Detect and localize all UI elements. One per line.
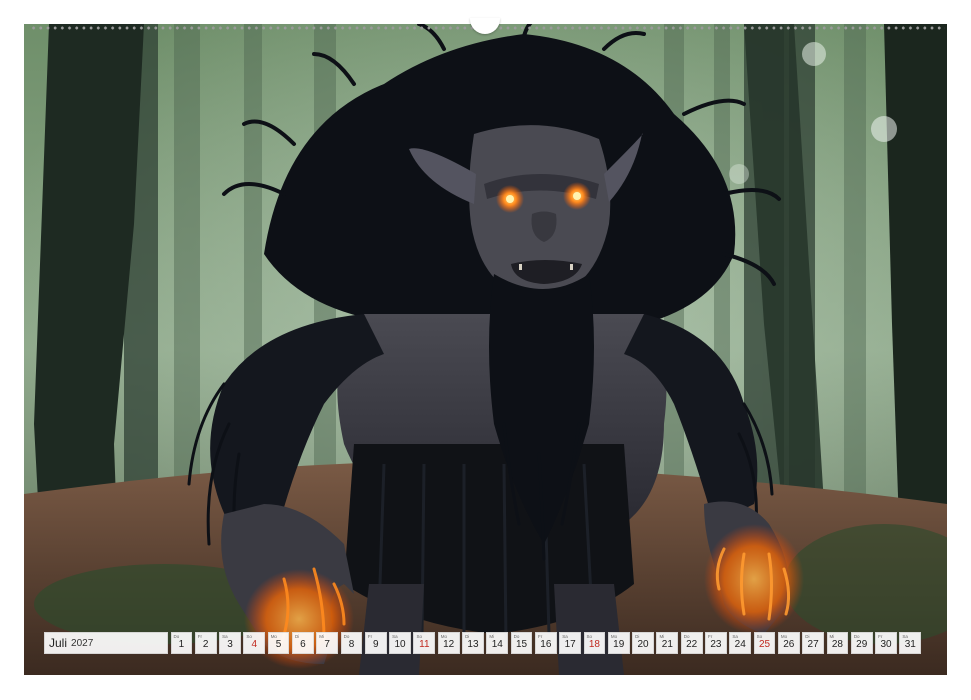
- day-number: 20: [637, 639, 649, 650]
- day-cell: So 25: [753, 632, 776, 654]
- day-cell: Sa 31: [899, 632, 922, 654]
- day-number: 6: [300, 639, 306, 650]
- day-cell: Di 13: [462, 632, 484, 654]
- year-label: 2027: [71, 637, 94, 649]
- day-cell: Sa 17: [559, 632, 582, 654]
- day-cell: Sa 24: [729, 632, 752, 654]
- day-cell: Do 22: [680, 632, 703, 654]
- day-number: 10: [394, 639, 406, 650]
- day-cell: Fr 2: [194, 632, 217, 654]
- day-number: 5: [275, 639, 282, 650]
- day-number: 7: [324, 639, 330, 650]
- day-number: 14: [491, 639, 503, 650]
- day-cell: Di 6: [291, 632, 314, 654]
- day-number: 16: [540, 639, 552, 650]
- day-number: 3: [227, 639, 233, 650]
- day-cell: Di 27: [802, 632, 825, 654]
- day-number: 24: [734, 639, 746, 650]
- day-number: 23: [710, 639, 722, 650]
- day-number: 28: [831, 639, 843, 650]
- day-cell: Fr 30: [875, 632, 897, 654]
- day-number: 18: [588, 639, 600, 650]
- day-number: 25: [758, 639, 771, 650]
- day-cell: Sa 10: [389, 632, 411, 654]
- day-number: 9: [372, 639, 379, 650]
- day-cell: Mo 5: [267, 632, 290, 654]
- day-number: 29: [856, 639, 868, 650]
- day-cell: Mi 7: [316, 632, 339, 654]
- day-cell: Do 1: [170, 632, 193, 654]
- day-number: 27: [807, 639, 819, 650]
- day-number: 21: [661, 639, 673, 650]
- day-cell: So 11: [413, 632, 436, 654]
- calendar-strip: Juli 2027 Do 1 Fr 2 Sa 3 So 4 Mo 5 Di 6 Mi 7 Do 8 Fr 9 Sa 1…: [44, 632, 928, 656]
- day-number: 30: [880, 639, 892, 650]
- day-cell: Fr 23: [705, 632, 727, 654]
- day-cell: Mi 28: [826, 632, 849, 654]
- day-number: 11: [419, 639, 430, 650]
- day-cell: Di 20: [632, 632, 654, 654]
- days-container: Do 1 Fr 2 Sa 3 So 4 Mo 5 Di 6 Mi 7 Do 8 Fr 9 Sa 10 So 11 Mo 12 D…: [170, 632, 922, 656]
- calendar-page: Juli 2027 Do 1 Fr 2 Sa 3 So 4 Mo 5 Di 6 Mi 7 Do 8 Fr 9 Sa 1…: [0, 0, 971, 700]
- day-cell: Sa 3: [219, 632, 241, 654]
- day-number: 1: [178, 639, 185, 650]
- creature-photo: [24, 24, 947, 675]
- day-number: 22: [686, 639, 698, 650]
- month-label: Juli 2027: [44, 632, 168, 654]
- day-cell: Do 29: [850, 632, 873, 654]
- day-cell: Mo 19: [607, 632, 630, 654]
- day-cell: Mo 12: [437, 632, 460, 654]
- day-number: 2: [202, 639, 209, 650]
- day-number: 26: [783, 639, 795, 650]
- day-cell: Fr 16: [534, 632, 557, 654]
- day-number: 17: [564, 639, 576, 650]
- day-number: 19: [613, 639, 625, 650]
- month-name: Juli: [49, 636, 68, 650]
- day-number: 4: [251, 639, 258, 650]
- day-cell: So 4: [243, 632, 266, 654]
- day-number: 13: [467, 639, 479, 650]
- day-cell: Mi 21: [656, 632, 679, 654]
- day-number: 8: [348, 639, 355, 650]
- forest-creature-illustration: [24, 24, 947, 675]
- day-cell: Fr 9: [364, 632, 387, 654]
- day-cell: Do 8: [340, 632, 363, 654]
- day-cell: Mi 14: [486, 632, 509, 654]
- day-number: 31: [904, 639, 916, 650]
- day-cell: So 18: [583, 632, 606, 654]
- day-number: 15: [515, 639, 528, 650]
- day-number: 12: [443, 639, 455, 650]
- day-cell: Do 15: [510, 632, 533, 654]
- day-cell: Mo 26: [777, 632, 800, 654]
